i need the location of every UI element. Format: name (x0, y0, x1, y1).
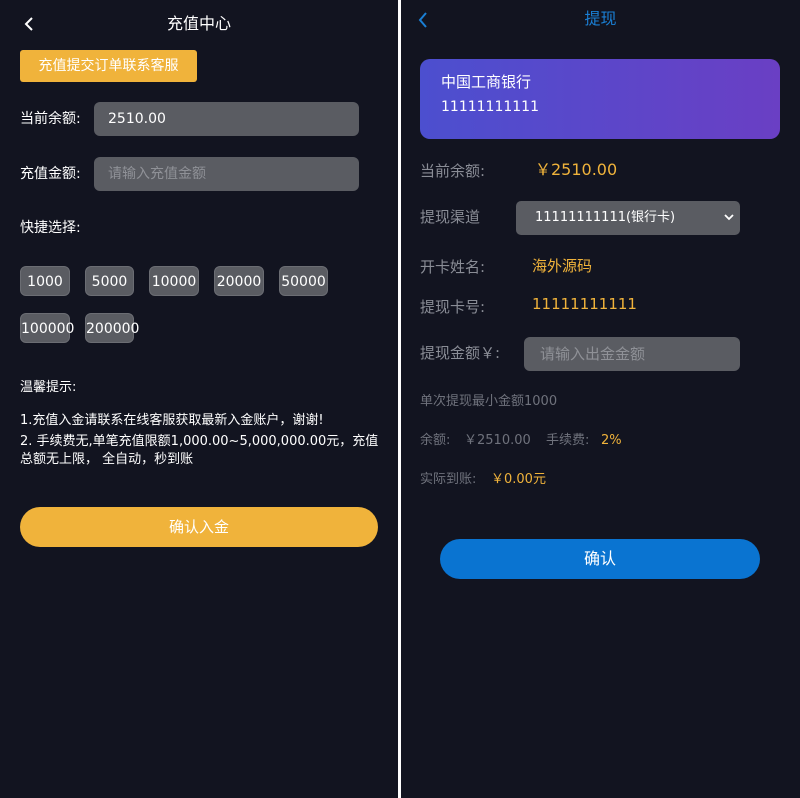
confirm-withdraw-button[interactable]: 确认 (440, 539, 760, 579)
card-number: 11111111111 (441, 99, 539, 115)
tip-line-1: 1.充值入金请联系在线客服获取最新入金账户，谢谢! (20, 413, 324, 428)
deposit-amount-input[interactable] (94, 157, 359, 191)
fee-value: 2% (601, 433, 622, 448)
deposit-header: 充值中心 (0, 0, 398, 48)
holder-value: 海外源码 (532, 257, 593, 275)
page-title: 提现 (584, 9, 617, 28)
withdraw-amount-label: 提现金额￥: (420, 344, 501, 362)
balance-value: ￥2510.00 (535, 160, 618, 179)
withdraw-amount-input[interactable] (524, 337, 740, 371)
bank-card: 中国工商银行 11111111111 (420, 59, 780, 139)
quick-amount-50000[interactable]: 50000 (279, 266, 328, 296)
balance-label: 当前余额: (420, 162, 486, 180)
actual-value: ￥0.00元 (491, 472, 546, 487)
holder-label: 开卡姓名: (420, 258, 486, 276)
actual-label: 实际到账: (420, 472, 477, 487)
card-no-value: 11111111111 (532, 295, 637, 313)
confirm-deposit-button[interactable]: 确认入金 (20, 507, 378, 547)
amount-label: 充值金额: (20, 166, 81, 182)
withdraw-header: 提现 (401, 0, 800, 48)
tips-title: 温馨提示: (20, 380, 77, 395)
deposit-panel: 充值中心 充值提交订单联系客服 当前余额: 充值金额: 快捷选择: 1000 5… (0, 0, 398, 798)
quick-amount-200000[interactable]: 200000 (85, 313, 139, 343)
quick-select-label: 快捷选择: (20, 220, 81, 236)
min-amount-note: 单次提现最小金额1000 (420, 394, 558, 409)
channel-label: 提现渠道 (420, 208, 481, 226)
quick-amount-100000[interactable]: 100000 (20, 313, 74, 343)
quick-amount-1000[interactable]: 1000 (20, 266, 70, 296)
contact-service-button[interactable]: 充值提交订单联系客服 (20, 50, 197, 82)
quick-amount-10000[interactable]: 10000 (149, 266, 199, 296)
withdraw-channel-select[interactable]: 11111111111(银行卡) (516, 201, 740, 235)
summary-balance-label: 余额: (420, 433, 451, 448)
summary-balance-value: ￥2510.00 (464, 433, 531, 448)
quick-amount-20000[interactable]: 20000 (214, 266, 264, 296)
tip-line-2: 2. 手续费无,单笔充值限额1,000.00~5,000,000.00元，充值总… (20, 434, 379, 467)
fee-label: 手续费: (546, 433, 590, 448)
balance-label: 当前余额: (20, 111, 81, 127)
page-title: 充值中心 (166, 14, 231, 33)
bank-name: 中国工商银行 (441, 73, 532, 91)
channel-selected: 11111111111(银行卡) (535, 210, 676, 225)
quick-amount-5000[interactable]: 5000 (85, 266, 134, 296)
chevron-down-icon (724, 214, 734, 221)
balance-field (94, 102, 359, 136)
withdraw-panel: 提现 中国工商银行 11111111111 当前余额: ￥2510.00 提现渠… (401, 0, 800, 798)
card-no-label: 提现卡号: (420, 298, 486, 316)
